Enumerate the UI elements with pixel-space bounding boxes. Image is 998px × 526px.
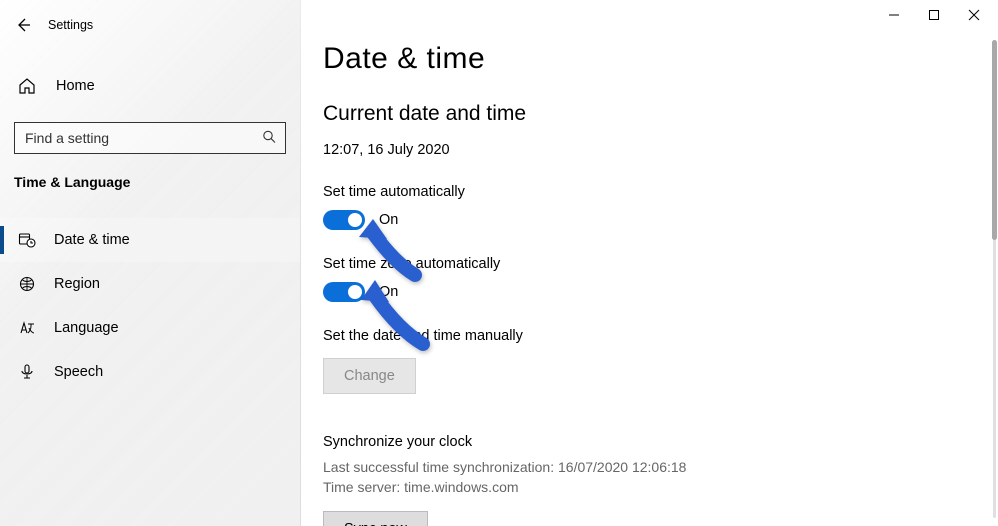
search-wrap: [14, 122, 286, 154]
sidebar-item-label: Speech: [54, 364, 103, 380]
set-tz-auto-state: On: [379, 284, 398, 300]
back-arrow-icon[interactable]: [14, 16, 32, 34]
sync-now-button[interactable]: Sync now: [323, 511, 428, 526]
minimize-button[interactable]: [874, 2, 914, 28]
sidebar: Settings Home Time & Language Date & tim…: [0, 0, 301, 526]
sidebar-item-label: Region: [54, 276, 100, 292]
sidebar-item-region[interactable]: Region: [0, 262, 300, 306]
set-manual-label: Set the date and time manually: [323, 328, 998, 344]
set-tz-auto-toggle[interactable]: [323, 282, 365, 302]
sync-clock-header: Synchronize your clock: [323, 434, 998, 450]
close-button[interactable]: [954, 2, 994, 28]
sync-server-text: Time server: time.windows.com: [323, 478, 998, 498]
set-time-auto-label: Set time automatically: [323, 184, 998, 200]
current-datetime-header: Current date and time: [323, 102, 998, 126]
sidebar-item-date-time[interactable]: Date & time: [0, 218, 300, 262]
page-title: Date & time: [323, 42, 998, 76]
set-time-auto-state: On: [379, 212, 398, 228]
sidebar-item-language[interactable]: Language: [0, 306, 300, 350]
search-input[interactable]: [14, 122, 286, 154]
sidebar-item-label: Date & time: [54, 232, 130, 248]
sync-last-text: Last successful time synchronization: 16…: [323, 458, 998, 478]
search-icon: [262, 130, 276, 147]
sidebar-nav: Date & time Region Language Speech: [0, 218, 300, 394]
window-controls: [874, 2, 994, 28]
sidebar-section-label: Time & Language: [0, 154, 300, 200]
scrollbar[interactable]: [993, 40, 996, 518]
sidebar-home-label: Home: [56, 78, 95, 94]
toggle-knob: [348, 213, 362, 227]
sidebar-home[interactable]: Home: [0, 64, 300, 108]
change-button: Change: [323, 358, 416, 394]
maximize-button[interactable]: [914, 2, 954, 28]
calendar-clock-icon: [18, 231, 36, 249]
toggle-knob: [348, 285, 362, 299]
sidebar-item-speech[interactable]: Speech: [0, 350, 300, 394]
globe-icon: [18, 275, 36, 293]
content-area: Date & time Current date and time 12:07,…: [301, 0, 998, 526]
language-icon: [18, 319, 36, 337]
current-datetime-value: 12:07, 16 July 2020: [323, 142, 998, 158]
window-title: Settings: [48, 18, 93, 32]
set-time-auto-toggle[interactable]: [323, 210, 365, 230]
set-tz-auto-label: Set time zone automatically: [323, 256, 998, 272]
microphone-icon: [18, 363, 36, 381]
scrollbar-thumb[interactable]: [992, 40, 997, 240]
sidebar-item-label: Language: [54, 320, 119, 336]
home-icon: [18, 77, 36, 95]
